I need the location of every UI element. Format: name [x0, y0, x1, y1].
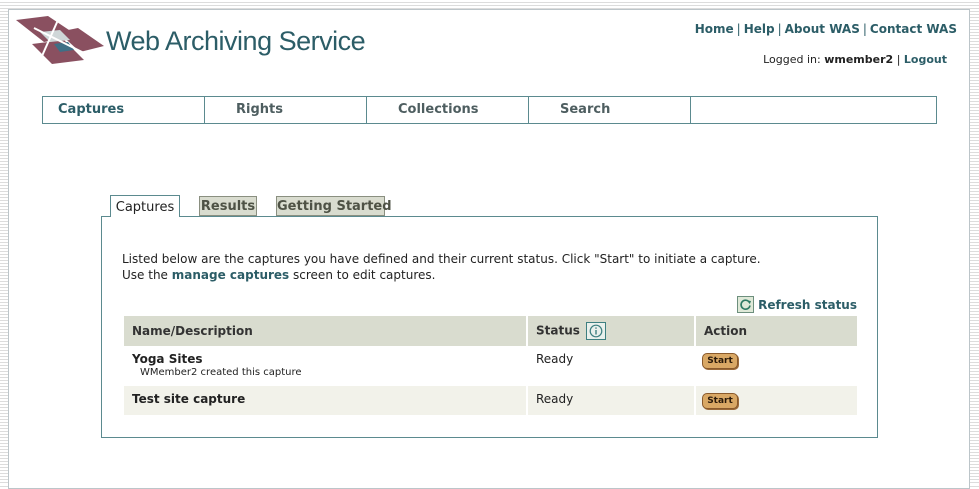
intro-text: Listed below are the captures you have d…: [122, 251, 761, 283]
capture-description: WMember2 created this capture: [140, 367, 302, 378]
start-button[interactable]: Start: [702, 393, 738, 409]
intro-line-1: Listed below are the captures you have d…: [122, 252, 761, 266]
capture-action-cell: Start: [695, 346, 857, 386]
start-button[interactable]: Start: [702, 353, 738, 369]
tab-getting-started[interactable]: Getting Started: [276, 196, 392, 216]
capture-action-cell: Start: [695, 386, 857, 415]
capture-name: Test site capture: [132, 392, 246, 406]
column-header-name: Name/Description: [124, 316, 528, 346]
header-links: Home | Help | About WAS | Contact WAS: [694, 22, 957, 36]
column-header-action: Action: [695, 316, 857, 346]
login-prefix: Logged in:: [763, 53, 821, 66]
nav-item-rights[interactable]: Rights: [205, 97, 367, 123]
contact-link[interactable]: Contact WAS: [870, 22, 957, 36]
capture-status: Ready: [527, 346, 696, 386]
capture-status: Ready: [527, 386, 696, 415]
was-logo: [16, 16, 104, 64]
capture-name-cell: Test site capture: [124, 386, 528, 415]
refresh-label[interactable]: Refresh status: [758, 298, 857, 312]
captures-panel: Listed below are the captures you have d…: [101, 216, 878, 438]
column-header-status: Status: [527, 316, 696, 346]
help-link[interactable]: Help: [744, 22, 775, 36]
refresh-status-button[interactable]: Refresh status: [737, 296, 857, 313]
nav-item-captures[interactable]: Captures: [43, 97, 205, 123]
tab-results[interactable]: Results: [199, 196, 257, 216]
home-link[interactable]: Home: [695, 22, 734, 36]
info-icon[interactable]: [586, 322, 607, 340]
table-header-row: Name/Description Status Action: [124, 316, 857, 346]
tab-captures[interactable]: Captures: [110, 195, 180, 217]
capture-name: Yoga Sites: [132, 352, 203, 366]
about-link[interactable]: About WAS: [785, 22, 860, 36]
app-title: Web Archiving Service: [106, 26, 366, 56]
main-nav: Captures Rights Collections Search: [42, 96, 937, 124]
capture-name-cell: Yoga Sites WMember2 created this capture: [124, 346, 528, 386]
login-status: Logged in: wmember2 | Logout: [763, 53, 947, 66]
username: wmember2: [824, 53, 894, 66]
nav-filler: [691, 97, 936, 123]
refresh-icon[interactable]: [737, 296, 755, 313]
logout-link[interactable]: Logout: [904, 53, 947, 66]
captures-table: Name/Description Status Action Yoga Site…: [124, 316, 857, 415]
intro-line-2: Use the manage captures screen to edit c…: [122, 268, 436, 282]
nav-item-search[interactable]: Search: [529, 97, 691, 123]
nav-item-collections[interactable]: Collections: [367, 97, 529, 123]
manage-captures-link[interactable]: manage captures: [172, 268, 289, 282]
table-row: Yoga Sites WMember2 created this capture…: [124, 346, 857, 386]
table-row: Test site capture Ready Start: [124, 386, 857, 415]
